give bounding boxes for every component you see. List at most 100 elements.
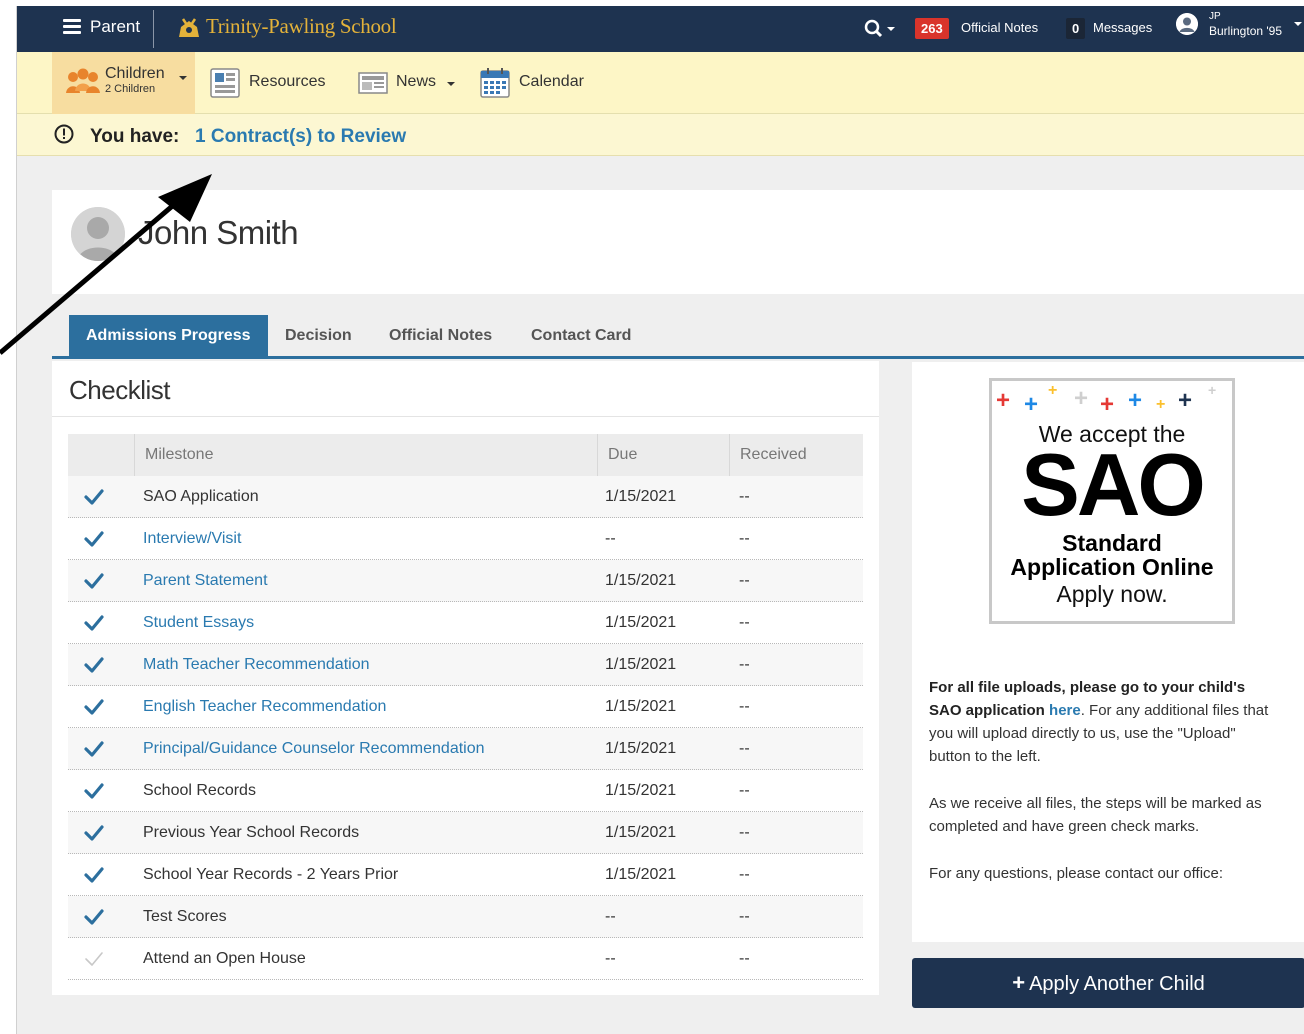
official-notes-link[interactable]: Official Notes xyxy=(961,20,1038,35)
due-cell: -- xyxy=(605,530,616,547)
milestone-cell[interactable]: Interview/Visit xyxy=(143,518,241,560)
milestone-cell: School Year Records - 2 Years Prior xyxy=(143,866,399,883)
plus-decoration: + xyxy=(1178,387,1193,414)
plus-decoration: + xyxy=(1024,391,1039,418)
milestone-cell[interactable]: Parent Statement xyxy=(143,560,268,602)
tab-official-notes[interactable]: Official Notes xyxy=(372,315,509,356)
due-cell: 1/15/2021 xyxy=(605,698,677,715)
checkmark-icon xyxy=(84,741,104,757)
plus-decoration: + xyxy=(996,387,1011,414)
received-cell: -- xyxy=(739,698,750,715)
plus-decoration: + xyxy=(1048,382,1058,399)
search-icon[interactable] xyxy=(863,18,897,40)
checklist-row: Parent Statement 1/15/2021 -- xyxy=(68,560,863,602)
received-cell: -- xyxy=(739,656,750,673)
news-caret-icon[interactable] xyxy=(447,82,455,86)
due-cell: 1/15/2021 xyxy=(605,488,677,505)
secondary-navbar: Children 2 Children Resources News Calen… xyxy=(17,52,1304,114)
children-caret-icon xyxy=(179,76,187,80)
profile-tabs: Admissions Progress Decision Official No… xyxy=(52,315,1304,359)
upload-instructions: For all file uploads, please go to your … xyxy=(929,676,1279,768)
alert-prefix: You have: xyxy=(90,126,180,147)
info-sidepanel: + + + + + + + + + We accept the SAO Stan… xyxy=(912,362,1304,942)
sao-banner[interactable]: + + + + + + + + + We accept the SAO Stan… xyxy=(989,378,1235,624)
children-menu[interactable]: Children 2 Children xyxy=(52,52,195,114)
children-menu-label: Children xyxy=(105,65,165,82)
student-name: John Smith xyxy=(138,214,299,251)
due-cell: -- xyxy=(605,908,616,925)
checklist-title: Checklist xyxy=(69,375,170,405)
tab-decision[interactable]: Decision xyxy=(268,315,369,356)
user-menu-caret-icon[interactable] xyxy=(1294,22,1302,26)
plus-decoration: + xyxy=(1100,391,1115,418)
sao-banner-apply: Apply now. xyxy=(1056,581,1168,607)
plus-decoration: + xyxy=(1156,396,1166,413)
checklist-panel: Checklist Milestone Due Received SAO App… xyxy=(52,361,879,995)
checkmark-icon xyxy=(85,952,103,966)
due-column-header: Due xyxy=(598,434,730,476)
apply-another-child-label: Apply Another Child xyxy=(1029,973,1205,995)
received-cell: -- xyxy=(739,824,750,841)
user-avatar-icon[interactable] xyxy=(1176,13,1198,35)
resources-icon[interactable] xyxy=(210,68,240,98)
received-cell: -- xyxy=(739,488,750,505)
plus-decoration: + xyxy=(1074,385,1089,412)
due-cell: 1/15/2021 xyxy=(605,824,677,841)
tab-contact-card[interactable]: Contact Card xyxy=(514,315,648,356)
plus-icon: + xyxy=(1012,970,1026,995)
checklist-row: Principal/Guidance Counselor Recommendat… xyxy=(68,728,863,770)
hamburger-menu-icon[interactable] xyxy=(63,19,81,34)
received-cell: -- xyxy=(739,950,750,967)
tab-admissions-progress[interactable]: Admissions Progress xyxy=(69,315,268,356)
checklist-row: School Records 1/15/2021 -- xyxy=(68,770,863,812)
sao-application-link[interactable]: here xyxy=(1049,702,1081,719)
resources-link[interactable]: Resources xyxy=(249,73,325,91)
messages-count-badge[interactable]: 0 xyxy=(1066,18,1086,39)
due-cell: -- xyxy=(605,950,616,967)
app-frame: Parent Trinity-Pawling School 263 Offici… xyxy=(16,6,1304,1034)
checklist-header-row: Milestone Due Received xyxy=(68,434,863,476)
checkmark-icon xyxy=(84,531,104,547)
due-cell: 1/15/2021 xyxy=(605,866,677,883)
received-column-header: Received xyxy=(740,446,807,463)
checkmark-icon xyxy=(84,573,104,589)
checkmark-icon xyxy=(84,615,104,631)
received-cell: -- xyxy=(739,908,750,925)
checklist-row: Student Essays 1/15/2021 -- xyxy=(68,602,863,644)
milestone-cell[interactable]: Student Essays xyxy=(143,602,254,644)
apply-another-child-button[interactable]: + Apply Another Child xyxy=(912,958,1304,1008)
school-crest-icon xyxy=(179,18,199,37)
received-cell: -- xyxy=(739,572,750,589)
contract-alert: You have: 1 Contract(s) to Review xyxy=(17,114,1304,156)
checklist-row: Interview/Visit -- -- xyxy=(68,518,863,560)
received-cell: -- xyxy=(739,530,750,547)
calendar-link[interactable]: Calendar xyxy=(519,73,584,91)
news-link[interactable]: News xyxy=(396,73,436,91)
contracts-review-link[interactable]: 1 Contract(s) to Review xyxy=(195,126,406,148)
official-notes-count-badge[interactable]: 263 xyxy=(915,18,949,39)
due-cell: 1/15/2021 xyxy=(605,740,677,757)
checklist-row: School Year Records - 2 Years Prior 1/15/… xyxy=(68,854,863,896)
milestone-cell[interactable]: English Teacher Recommendation xyxy=(143,686,386,728)
news-icon[interactable] xyxy=(358,68,388,98)
received-cell: -- xyxy=(739,740,750,757)
messages-link[interactable]: Messages xyxy=(1093,20,1152,35)
received-cell: -- xyxy=(739,614,750,631)
sao-banner-line3: Standard xyxy=(1062,530,1162,556)
calendar-icon[interactable] xyxy=(480,68,510,98)
alert-circle-icon xyxy=(54,124,74,144)
milestone-column-header: Milestone xyxy=(135,434,598,476)
completion-info: As we receive all files, the steps will … xyxy=(929,795,1262,835)
children-icon xyxy=(66,68,100,93)
milestone-cell[interactable]: Principal/Guidance Counselor Recommendat… xyxy=(143,728,485,770)
user-initials[interactable]: JP xyxy=(1209,11,1221,22)
checkmark-icon xyxy=(84,909,104,925)
due-cell: 1/15/2021 xyxy=(605,614,677,631)
checkmark-icon xyxy=(84,825,104,841)
school-name[interactable]: Trinity-Pawling School xyxy=(206,14,397,39)
checklist-row: Math Teacher Recommendation 1/15/2021 -- xyxy=(68,644,863,686)
milestone-cell[interactable]: Math Teacher Recommendation xyxy=(143,644,370,686)
role-label[interactable]: Parent xyxy=(90,17,140,37)
milestone-cell: Test Scores xyxy=(143,908,227,925)
user-class-year[interactable]: Burlington '95 xyxy=(1209,24,1282,38)
